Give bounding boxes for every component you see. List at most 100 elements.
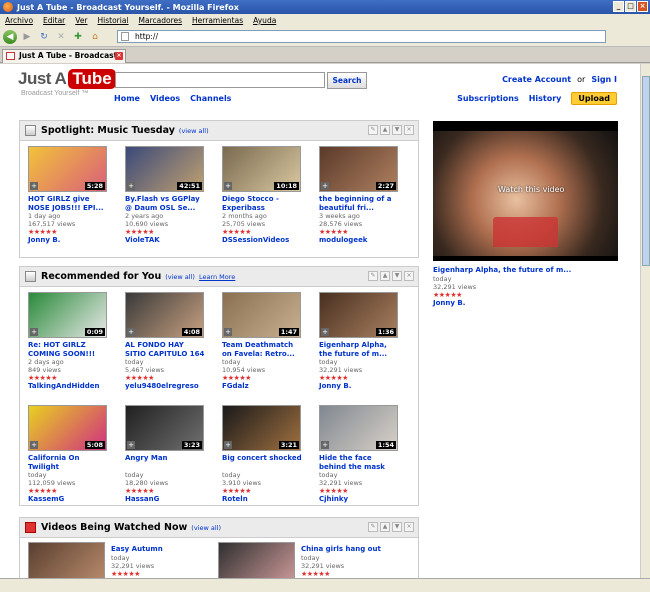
add-to-quicklist-icon[interactable]: + <box>224 182 232 190</box>
video-item[interactable]: + 4:08 AL FONDO HAY SITIO CAPITULO 164 2… <box>125 292 222 405</box>
close-module-icon[interactable]: × <box>404 522 414 532</box>
add-to-quicklist-icon[interactable]: + <box>30 441 38 449</box>
stop-icon[interactable]: ✕ <box>54 30 68 44</box>
video-thumbnail[interactable]: + 5:28 <box>28 146 107 192</box>
move-down-icon[interactable]: ▼ <box>392 125 402 135</box>
video-user[interactable]: yelu9480elregreso <box>125 382 222 391</box>
video-item[interactable]: + 1:36 Eigenharp Alpha, the future of m.… <box>319 292 416 405</box>
search-input[interactable] <box>115 72 325 88</box>
reload-icon[interactable]: ↻ <box>37 30 51 44</box>
minimize-button[interactable]: _ <box>613 1 624 12</box>
video-title[interactable]: By.Flash vs GGPlay @ Daum OSL Se... <box>125 195 207 212</box>
add-to-quicklist-icon[interactable]: + <box>127 328 135 336</box>
video-thumbnail[interactable]: + 3:23 <box>125 405 204 451</box>
edit-icon[interactable]: ✎ <box>368 271 378 281</box>
view-all-link[interactable]: (view all) <box>179 127 209 135</box>
move-up-icon[interactable]: ▲ <box>380 271 390 281</box>
add-to-quicklist-icon[interactable]: + <box>321 328 329 336</box>
video-title[interactable]: Angry Man <box>125 454 207 471</box>
browser-tab[interactable]: Just A Tube - Broadcast ... × <box>2 49 126 72</box>
video-item[interactable]: + 1:47 Team Deathmatch on Favela: Retro.… <box>222 292 319 405</box>
video-item[interactable]: + 5:08 California On Twilight today 112,… <box>28 405 125 518</box>
menu-historial[interactable]: Historial <box>98 16 129 25</box>
video-user[interactable]: Roteln <box>222 495 319 504</box>
video-item[interactable]: + 3:21 Big concert shocked today 3,910 v… <box>222 405 319 518</box>
video-title[interactable]: Eigenharp Alpha, the future of m... <box>319 341 401 358</box>
video-user[interactable]: FGdalz <box>222 382 319 391</box>
view-all-link[interactable]: (view all) <box>191 524 221 532</box>
video-user[interactable]: HassanG <box>125 495 222 504</box>
video-thumbnail[interactable]: + 4:08 <box>125 292 204 338</box>
video-title[interactable]: Big concert shocked <box>222 454 304 471</box>
video-title[interactable]: China girls hang out <box>301 545 383 554</box>
add-to-quicklist-icon[interactable]: + <box>127 441 135 449</box>
menu-marcadores[interactable]: Marcadores <box>139 16 183 25</box>
maximize-button[interactable]: □ <box>625 1 636 12</box>
watching-item[interactable]: Easy Autumn today 32,291 views ★★★★★ <box>28 542 218 578</box>
add-to-quicklist-icon[interactable]: + <box>30 328 38 336</box>
video-title[interactable]: Team Deathmatch on Favela: Retro... <box>222 341 304 358</box>
video-user[interactable]: KassemG <box>28 495 125 504</box>
close-tab-icon[interactable]: × <box>115 52 123 60</box>
video-user[interactable]: DSSessionVideos <box>222 236 319 245</box>
edit-icon[interactable]: ✎ <box>368 125 378 135</box>
upload-button[interactable]: Upload <box>571 92 617 105</box>
video-user[interactable]: modulogeek <box>319 236 416 245</box>
video-title[interactable]: the beginning of a beautiful fri... <box>319 195 401 212</box>
video-item[interactable]: + 3:23 Angry Man today 18,280 views ★★★★… <box>125 405 222 518</box>
move-down-icon[interactable]: ▼ <box>392 271 402 281</box>
video-thumbnail[interactable]: + 1:54 <box>319 405 398 451</box>
nav-videos[interactable]: Videos <box>150 94 180 103</box>
view-all-link[interactable]: (view all) <box>165 273 195 281</box>
video-thumbnail[interactable]: + 42:51 <box>125 146 204 192</box>
search-button[interactable]: Search <box>327 72 367 89</box>
add-to-quicklist-icon[interactable]: + <box>127 182 135 190</box>
close-module-icon[interactable]: × <box>404 125 414 135</box>
video-user[interactable]: Jonny B. <box>319 382 416 391</box>
edit-icon[interactable]: ✎ <box>368 522 378 532</box>
video-thumbnail[interactable] <box>28 542 105 578</box>
video-thumbnail[interactable]: + 1:36 <box>319 292 398 338</box>
video-title[interactable]: HOT GIRLZ give NOSE JOBS!!! EPI... <box>28 195 110 212</box>
learn-more-link[interactable]: Learn More <box>199 273 235 281</box>
video-title[interactable]: California On Twilight <box>28 454 110 471</box>
video-user[interactable]: Jonny B. <box>28 236 125 245</box>
address-bar[interactable]: http:// <box>117 30 606 43</box>
menu-archivo[interactable]: Archivo <box>5 16 33 25</box>
video-thumbnail[interactable]: + 5:08 <box>28 405 107 451</box>
forward-button[interactable]: ▶ <box>20 30 34 44</box>
add-to-quicklist-icon[interactable]: + <box>224 441 232 449</box>
video-user[interactable]: TalkingAndHidden <box>28 382 125 391</box>
video-title[interactable]: AL FONDO HAY SITIO CAPITULO 164 2/5 <box>125 341 207 358</box>
move-up-icon[interactable]: ▲ <box>380 522 390 532</box>
video-item[interactable]: + 2:27 the beginning of a beautiful fri.… <box>319 146 416 259</box>
video-thumbnail[interactable]: + 3:21 <box>222 405 301 451</box>
close-window-button[interactable]: × <box>637 1 648 12</box>
video-item[interactable]: + 10:18 Diego Stocco - Experibass 2 mont… <box>222 146 319 259</box>
video-thumbnail[interactable] <box>218 542 295 578</box>
nav-home[interactable]: Home <box>114 94 140 103</box>
video-item[interactable]: + 42:51 By.Flash vs GGPlay @ Daum OSL Se… <box>125 146 222 259</box>
video-item[interactable]: + 1:54 Hide the face behind the mask tod… <box>319 405 416 518</box>
home-icon[interactable]: ⌂ <box>88 30 102 44</box>
video-title[interactable]: Easy Autumn <box>111 545 193 554</box>
nav-channels[interactable]: Channels <box>190 94 231 103</box>
watching-item[interactable]: China girls hang out today 32,291 views … <box>218 542 408 578</box>
video-title[interactable]: Diego Stocco - Experibass <box>222 195 304 212</box>
create-account-link[interactable]: Create Account <box>502 75 571 84</box>
add-to-quicklist-icon[interactable]: + <box>30 182 38 190</box>
video-title[interactable]: Hide the face behind the mask <box>319 454 401 471</box>
move-up-icon[interactable]: ▲ <box>380 125 390 135</box>
move-down-icon[interactable]: ▼ <box>392 522 402 532</box>
video-thumbnail[interactable]: + 0:09 <box>28 292 107 338</box>
add-to-quicklist-icon[interactable]: + <box>321 441 329 449</box>
menu-ayuda[interactable]: Ayuda <box>253 16 276 25</box>
subscriptions-link[interactable]: Subscriptions <box>457 94 519 103</box>
menu-herramientas[interactable]: Herramientas <box>192 16 243 25</box>
video-user[interactable]: VioleTAK <box>125 236 222 245</box>
video-title[interactable]: Re: HOT GIRLZ COMING SOON!!! <box>28 341 110 358</box>
vertical-scrollbar[interactable] <box>640 64 650 578</box>
back-button[interactable]: ◀ <box>3 29 17 44</box>
site-logo[interactable]: Just A Tube Broadcast Yourself ™ <box>18 69 116 97</box>
video-thumbnail[interactable]: + 1:47 <box>222 292 301 338</box>
